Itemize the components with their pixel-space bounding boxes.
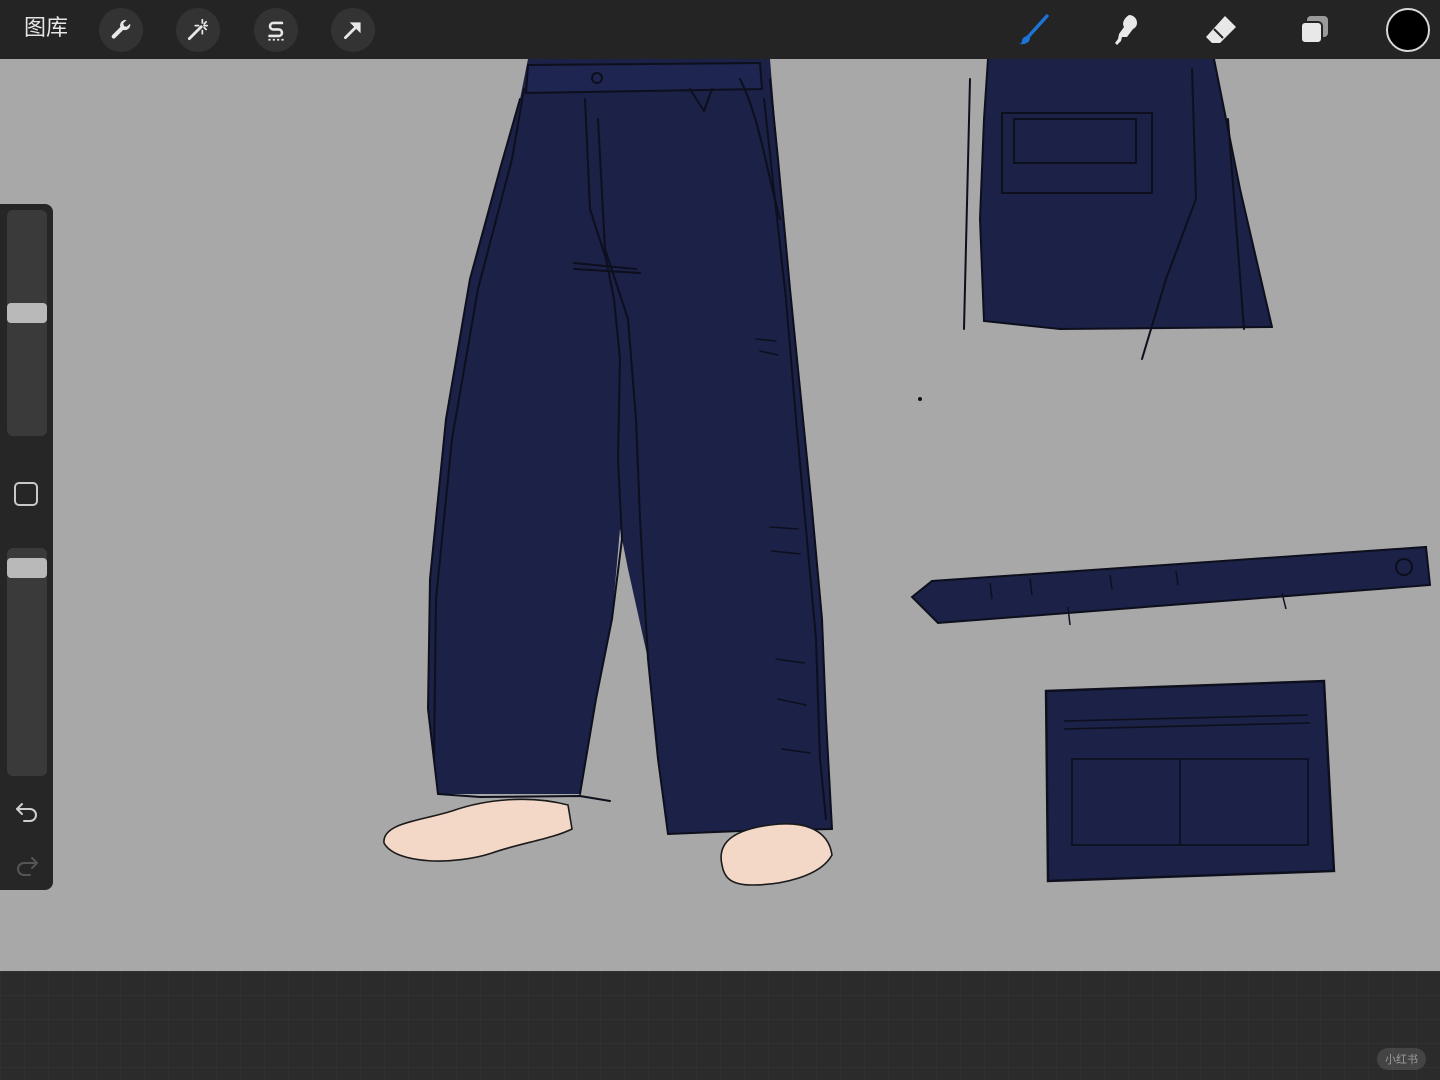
pocket-detail-sketch	[1044, 679, 1336, 883]
brush-size-slider-thumb[interactable]	[7, 303, 47, 323]
redo-icon[interactable]	[12, 850, 42, 880]
modify-button[interactable]	[14, 482, 38, 506]
top-toolbar: 图库	[0, 0, 1440, 59]
transform-button[interactable]	[331, 8, 375, 52]
sketch-artwork	[383, 59, 1432, 886]
magic-wand-icon	[187, 18, 209, 41]
trousers-sketch	[426, 59, 833, 835]
gallery-button[interactable]: 图库	[24, 14, 68, 44]
stray-ink-dot	[918, 397, 922, 401]
eraser-tool[interactable]	[1199, 8, 1243, 52]
smudge-tool[interactable]	[1105, 8, 1149, 52]
brush-opacity-slider[interactable]	[7, 548, 47, 776]
brush-size-slider[interactable]	[7, 210, 47, 436]
arrow-cursor-icon	[344, 22, 361, 39]
smudge-icon	[1115, 15, 1137, 45]
bottom-background: 小红书	[0, 971, 1440, 1080]
selection-s-icon	[268, 21, 284, 41]
procreate-app: 图库 小红书	[0, 0, 1440, 1080]
jacket-detail-sketch	[963, 59, 1273, 360]
undo-icon[interactable]	[12, 796, 42, 826]
belt-detail-sketch	[910, 545, 1432, 626]
color-picker-button[interactable]	[1386, 8, 1430, 52]
actions-button[interactable]	[99, 8, 143, 52]
brush-opacity-slider-thumb[interactable]	[7, 558, 47, 578]
drawing-canvas[interactable]	[0, 59, 1440, 971]
wrench-icon	[111, 19, 131, 39]
left-sidebar	[0, 204, 53, 890]
layers-tool[interactable]	[1292, 8, 1336, 52]
adjustments-button[interactable]	[176, 8, 220, 52]
brush-icon	[1019, 14, 1049, 45]
layers-icon	[1300, 16, 1328, 44]
brush-tool[interactable]	[1012, 8, 1056, 52]
selection-button[interactable]	[254, 8, 298, 52]
watermark: 小红书	[1377, 1048, 1426, 1070]
eraser-icon	[1206, 16, 1236, 43]
